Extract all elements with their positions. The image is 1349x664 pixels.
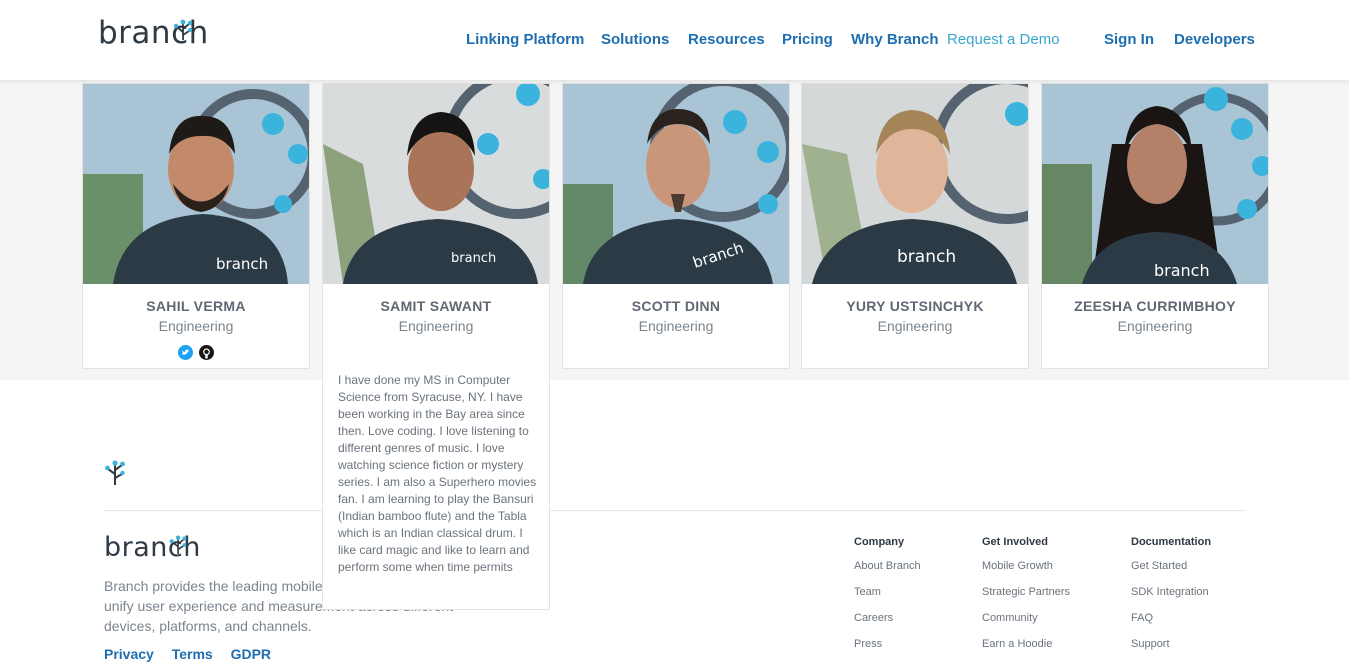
member-role: Engineering: [638, 318, 714, 334]
member-name: ZEESHA CURRIMBHOY: [1074, 298, 1236, 314]
nav-developers[interactable]: Developers: [1174, 31, 1255, 48]
branch-logo[interactable]: branch: [98, 18, 209, 49]
footer-link[interactable]: SDK Integration: [1131, 586, 1211, 612]
team-photo: branch: [1042, 84, 1268, 284]
nav-sign-in[interactable]: Sign In: [1104, 31, 1154, 48]
social-links: [83, 344, 309, 362]
footer-column-company: Company About Branch Team Careers Press: [854, 536, 921, 664]
nav-pricing[interactable]: Pricing: [782, 31, 833, 48]
nav-linking-platform[interactable]: Linking Platform: [466, 31, 584, 48]
footer-link[interactable]: Community: [982, 612, 1070, 638]
team-card-expanded[interactable]: branch SAMIT SAWANT Engineering I have d…: [322, 83, 550, 610]
svg-text:branch: branch: [216, 255, 268, 273]
member-role: Engineering: [1117, 318, 1193, 334]
branch-tree-icon: [173, 19, 193, 40]
privacy-link[interactable]: Privacy: [104, 646, 154, 662]
member-role: Engineering: [877, 318, 953, 334]
svg-text:branch: branch: [1154, 261, 1210, 280]
member-bio: I have done my MS in Computer Science fr…: [338, 373, 537, 574]
team-photo: branch: [802, 84, 1028, 284]
footer-column-heading: Get Involved: [982, 536, 1049, 548]
twitter-icon[interactable]: [177, 345, 193, 361]
gdpr-link[interactable]: GDPR: [231, 646, 271, 662]
footer-link[interactable]: Careers: [854, 612, 921, 638]
team-card[interactable]: branch YURY USTSINCHYK Engineering: [801, 83, 1029, 369]
site-header: branch Linking Platform Solutions Resour…: [0, 0, 1349, 80]
team-photo: branch: [563, 84, 789, 284]
nav-request-demo[interactable]: Request a Demo: [947, 31, 1060, 48]
member-name: SCOTT DINN: [631, 298, 721, 314]
svg-text:branch: branch: [451, 251, 496, 266]
member-role: Engineering: [158, 318, 234, 334]
footer-link[interactable]: FAQ: [1131, 612, 1211, 638]
footer-link[interactable]: Strategic Partners: [982, 586, 1070, 612]
footer-link[interactable]: About Branch: [854, 560, 921, 586]
footer-link[interactable]: Team: [854, 586, 921, 612]
footer-branch-logo[interactable]: branch: [104, 534, 201, 561]
footer-link[interactable]: Earn a Hoodie: [982, 638, 1070, 664]
team-photo: branch: [83, 84, 309, 284]
member-name: SAMIT SAWANT: [380, 298, 492, 314]
footer-column-get-involved: Get Involved Mobile Growth Strategic Par…: [982, 536, 1070, 664]
footer-link[interactable]: Press: [854, 638, 921, 664]
footer-divider: [104, 510, 1245, 511]
team-photo: branch: [323, 84, 549, 284]
member-role: Engineering: [398, 318, 474, 334]
team-card[interactable]: branch ZEESHA CURRIMBHOY Engineering: [1041, 83, 1269, 369]
footer-link[interactable]: Support: [1131, 638, 1211, 664]
footer-link[interactable]: Get Started: [1131, 560, 1211, 586]
footer-column-heading: Documentation: [1131, 536, 1212, 548]
footer-column-heading: Company: [854, 536, 905, 548]
team-card[interactable]: branch SAHIL VERMA Engineering: [82, 83, 310, 369]
member-name: YURY USTSINCHYK: [846, 298, 984, 314]
nav-resources[interactable]: Resources: [688, 31, 765, 48]
team-card[interactable]: branch SCOTT DINN Engineering: [562, 83, 790, 369]
terms-link[interactable]: Terms: [172, 646, 213, 662]
nav-why-branch[interactable]: Why Branch: [851, 31, 939, 48]
github-icon[interactable]: [199, 345, 215, 361]
member-name: SAHIL VERMA: [146, 298, 246, 314]
branch-tree-icon: [169, 535, 187, 554]
svg-text:branch: branch: [897, 247, 956, 267]
footer-legal-links: Privacy Terms GDPR: [104, 646, 285, 662]
branch-tree-icon: [105, 460, 125, 485]
footer-link[interactable]: Mobile Growth: [982, 560, 1070, 586]
footer-column-documentation: Documentation Get Started SDK Integratio…: [1131, 536, 1211, 664]
nav-solutions[interactable]: Solutions: [601, 31, 669, 48]
